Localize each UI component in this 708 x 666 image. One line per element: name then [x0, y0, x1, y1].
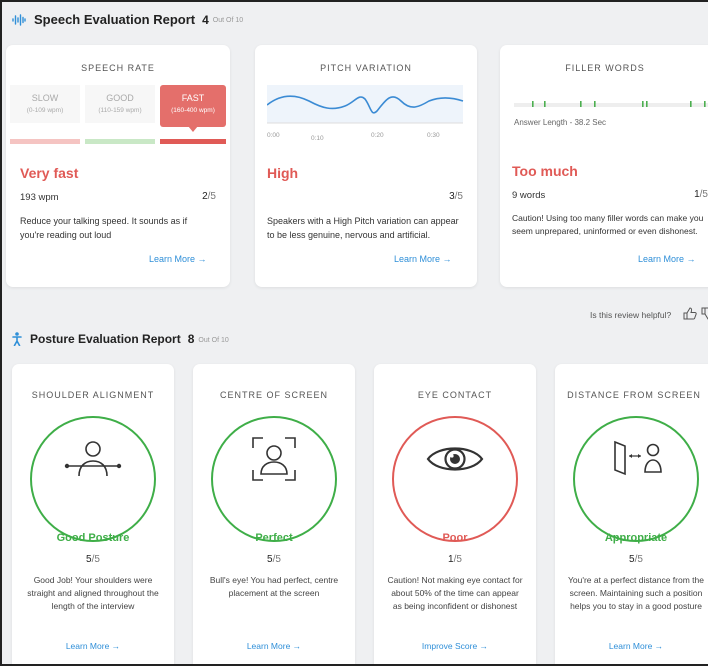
pitch-tick: 0:00 [267, 132, 280, 139]
filler-timeline [514, 101, 708, 107]
rate-option-label: GOOD [106, 93, 134, 103]
distance-from-screen-card: DISTANCE FROM SCREEN Appropriate 5/5 You… [555, 364, 708, 664]
filler-words-card: FILLER WORDS Answer Length - 38.2 Sec To… [500, 45, 708, 287]
rate-pointer-icon [188, 126, 198, 132]
person-icon [12, 332, 22, 346]
posture-card-link[interactable]: Improve Score → [374, 641, 536, 651]
speech-rate-card: SPEECH RATE SLOW (0-109 wpm) GOOD (110-1… [6, 45, 230, 287]
posture-card-link[interactable]: Learn More → [12, 641, 174, 651]
rate-option-range: (110-159 wpm) [98, 107, 142, 114]
filler-value: 9 words [512, 190, 546, 201]
distance-from-screen-ring [573, 416, 699, 542]
speech-rate-learn-more[interactable]: Learn More → [149, 254, 207, 264]
thumbs-up-icon[interactable] [683, 307, 697, 320]
posture-card-score: 1/5 [374, 554, 536, 565]
score-denominator: /5 [699, 189, 708, 200]
filler-score: 1/5 [694, 189, 708, 200]
posture-report-title: Posture Evaluation Report [30, 332, 181, 346]
pitch-description: Speakers with a High Pitch variation can… [267, 216, 459, 240]
score-denominator: /5 [634, 554, 643, 565]
posture-card-verdict: Poor [442, 532, 468, 544]
speech-report-header: Speech Evaluation Report 4 Out Of 10 [12, 12, 243, 27]
posture-card-score: 5/5 [555, 554, 708, 565]
pitch-score: 3/5 [449, 191, 463, 202]
posture-card-verdict: Good Posture [56, 532, 130, 544]
posture-card-title: DISTANCE FROM SCREEN [567, 390, 701, 400]
rate-bar-slow [10, 139, 80, 144]
speech-rate-verdict: Very fast [20, 165, 79, 181]
shoulder-alignment-icon [64, 441, 122, 477]
posture-report-header: Posture Evaluation Report 8 Out Of 10 [12, 332, 229, 346]
speech-rate-title: SPEECH RATE [81, 63, 155, 73]
posture-card-verdict: Perfect [255, 532, 293, 544]
posture-card-title: CENTRE OF SCREEN [219, 390, 328, 400]
posture-card-description: Bull's eye! You had perfect, centre plac… [209, 575, 339, 598]
review-helpful-question: Is this review helpful? [590, 310, 672, 320]
eye-contact-card: EYE CONTACT Poor 1/5 Caution! Not making… [374, 364, 536, 664]
score-denominator: /5 [207, 191, 216, 202]
pitch-learn-more[interactable]: Learn More → [394, 254, 452, 264]
posture-card-verdict: Appropriate [604, 532, 668, 544]
centre-of-screen-card: CENTRE OF SCREEN Perfect 5/5 Bull's eye!… [193, 364, 355, 664]
filler-words-title: FILLER WORDS [565, 63, 645, 73]
speech-rate-score: 2/5 [202, 191, 216, 202]
posture-report-out-of: Out Of 10 [198, 336, 229, 344]
centre-of-screen-icon [252, 437, 296, 481]
pitch-verdict: High [267, 165, 299, 181]
score-denominator: /5 [91, 554, 100, 565]
score-denominator: /5 [453, 554, 462, 565]
posture-card-title: SHOULDER ALIGNMENT [31, 390, 155, 400]
posture-card-description: You're at a perfect distance from the sc… [568, 575, 704, 611]
answer-length: Answer Length - 38.2 Sec [514, 118, 607, 127]
pitch-tick: 0:10 [311, 135, 324, 142]
posture-card-description: Caution! Not making eye contact for abou… [387, 575, 523, 611]
speech-report-title: Speech Evaluation Report [34, 12, 196, 27]
eye-contact-ring [392, 416, 518, 542]
posture-card-score: 5/5 [12, 554, 174, 565]
pitch-variation-card: PITCH VARIATION 0:00 0:10 0:20 0:30 High… [255, 45, 477, 287]
rate-bar-good [85, 139, 155, 144]
rate-option-label: FAST [181, 93, 205, 103]
pitch-waveform-chart [267, 85, 464, 124]
posture-card-title: EYE CONTACT [417, 390, 493, 400]
thumbs-down-icon[interactable] [701, 307, 708, 320]
filler-description: Caution! Using too many filler words can… [512, 213, 704, 236]
pitch-tick: 0:20 [371, 132, 384, 139]
posture-card-link[interactable]: Learn More → [193, 641, 355, 651]
filler-learn-more[interactable]: Learn More → [638, 254, 696, 264]
eye-icon [426, 447, 484, 471]
rate-option-good: GOOD (110-159 wpm) [85, 85, 155, 123]
score-denominator: /5 [272, 554, 281, 565]
filler-verdict: Too much [512, 163, 578, 179]
shoulder-alignment-card: SHOULDER ALIGNMENT Good Posture 5/5 Good… [12, 364, 174, 664]
rate-option-label: SLOW [31, 93, 59, 103]
rate-option-range: (0-109 wpm) [26, 107, 64, 114]
posture-card-link[interactable]: Learn More → [555, 641, 708, 651]
rate-option-range: (160-400 wpm) [171, 107, 215, 114]
speech-rate-description: Reduce your talking speed. It sounds as … [20, 216, 188, 240]
audio-wave-icon [12, 13, 26, 26]
rate-bar-fast [160, 139, 226, 144]
speech-report-out-of: Out Of 10 [212, 17, 244, 24]
score-denominator: /5 [454, 191, 463, 202]
pitch-variation-title: PITCH VARIATION [320, 63, 412, 73]
report-page: Speech Evaluation Report 4 Out Of 10 SPE… [0, 0, 708, 666]
rate-option-slow: SLOW (0-109 wpm) [10, 85, 80, 123]
posture-report-score: 8 [187, 332, 195, 346]
speech-rate-value: 193 wpm [20, 192, 59, 203]
speech-report-score: 4 [202, 12, 209, 27]
rate-option-fast: FAST (160-400 wpm) [160, 85, 226, 127]
distance-from-screen-icon [614, 440, 662, 476]
pitch-tick: 0:30 [427, 132, 440, 139]
posture-card-score: 5/5 [193, 554, 355, 565]
posture-card-description: Good Job! Your shoulders were straight a… [27, 575, 159, 611]
